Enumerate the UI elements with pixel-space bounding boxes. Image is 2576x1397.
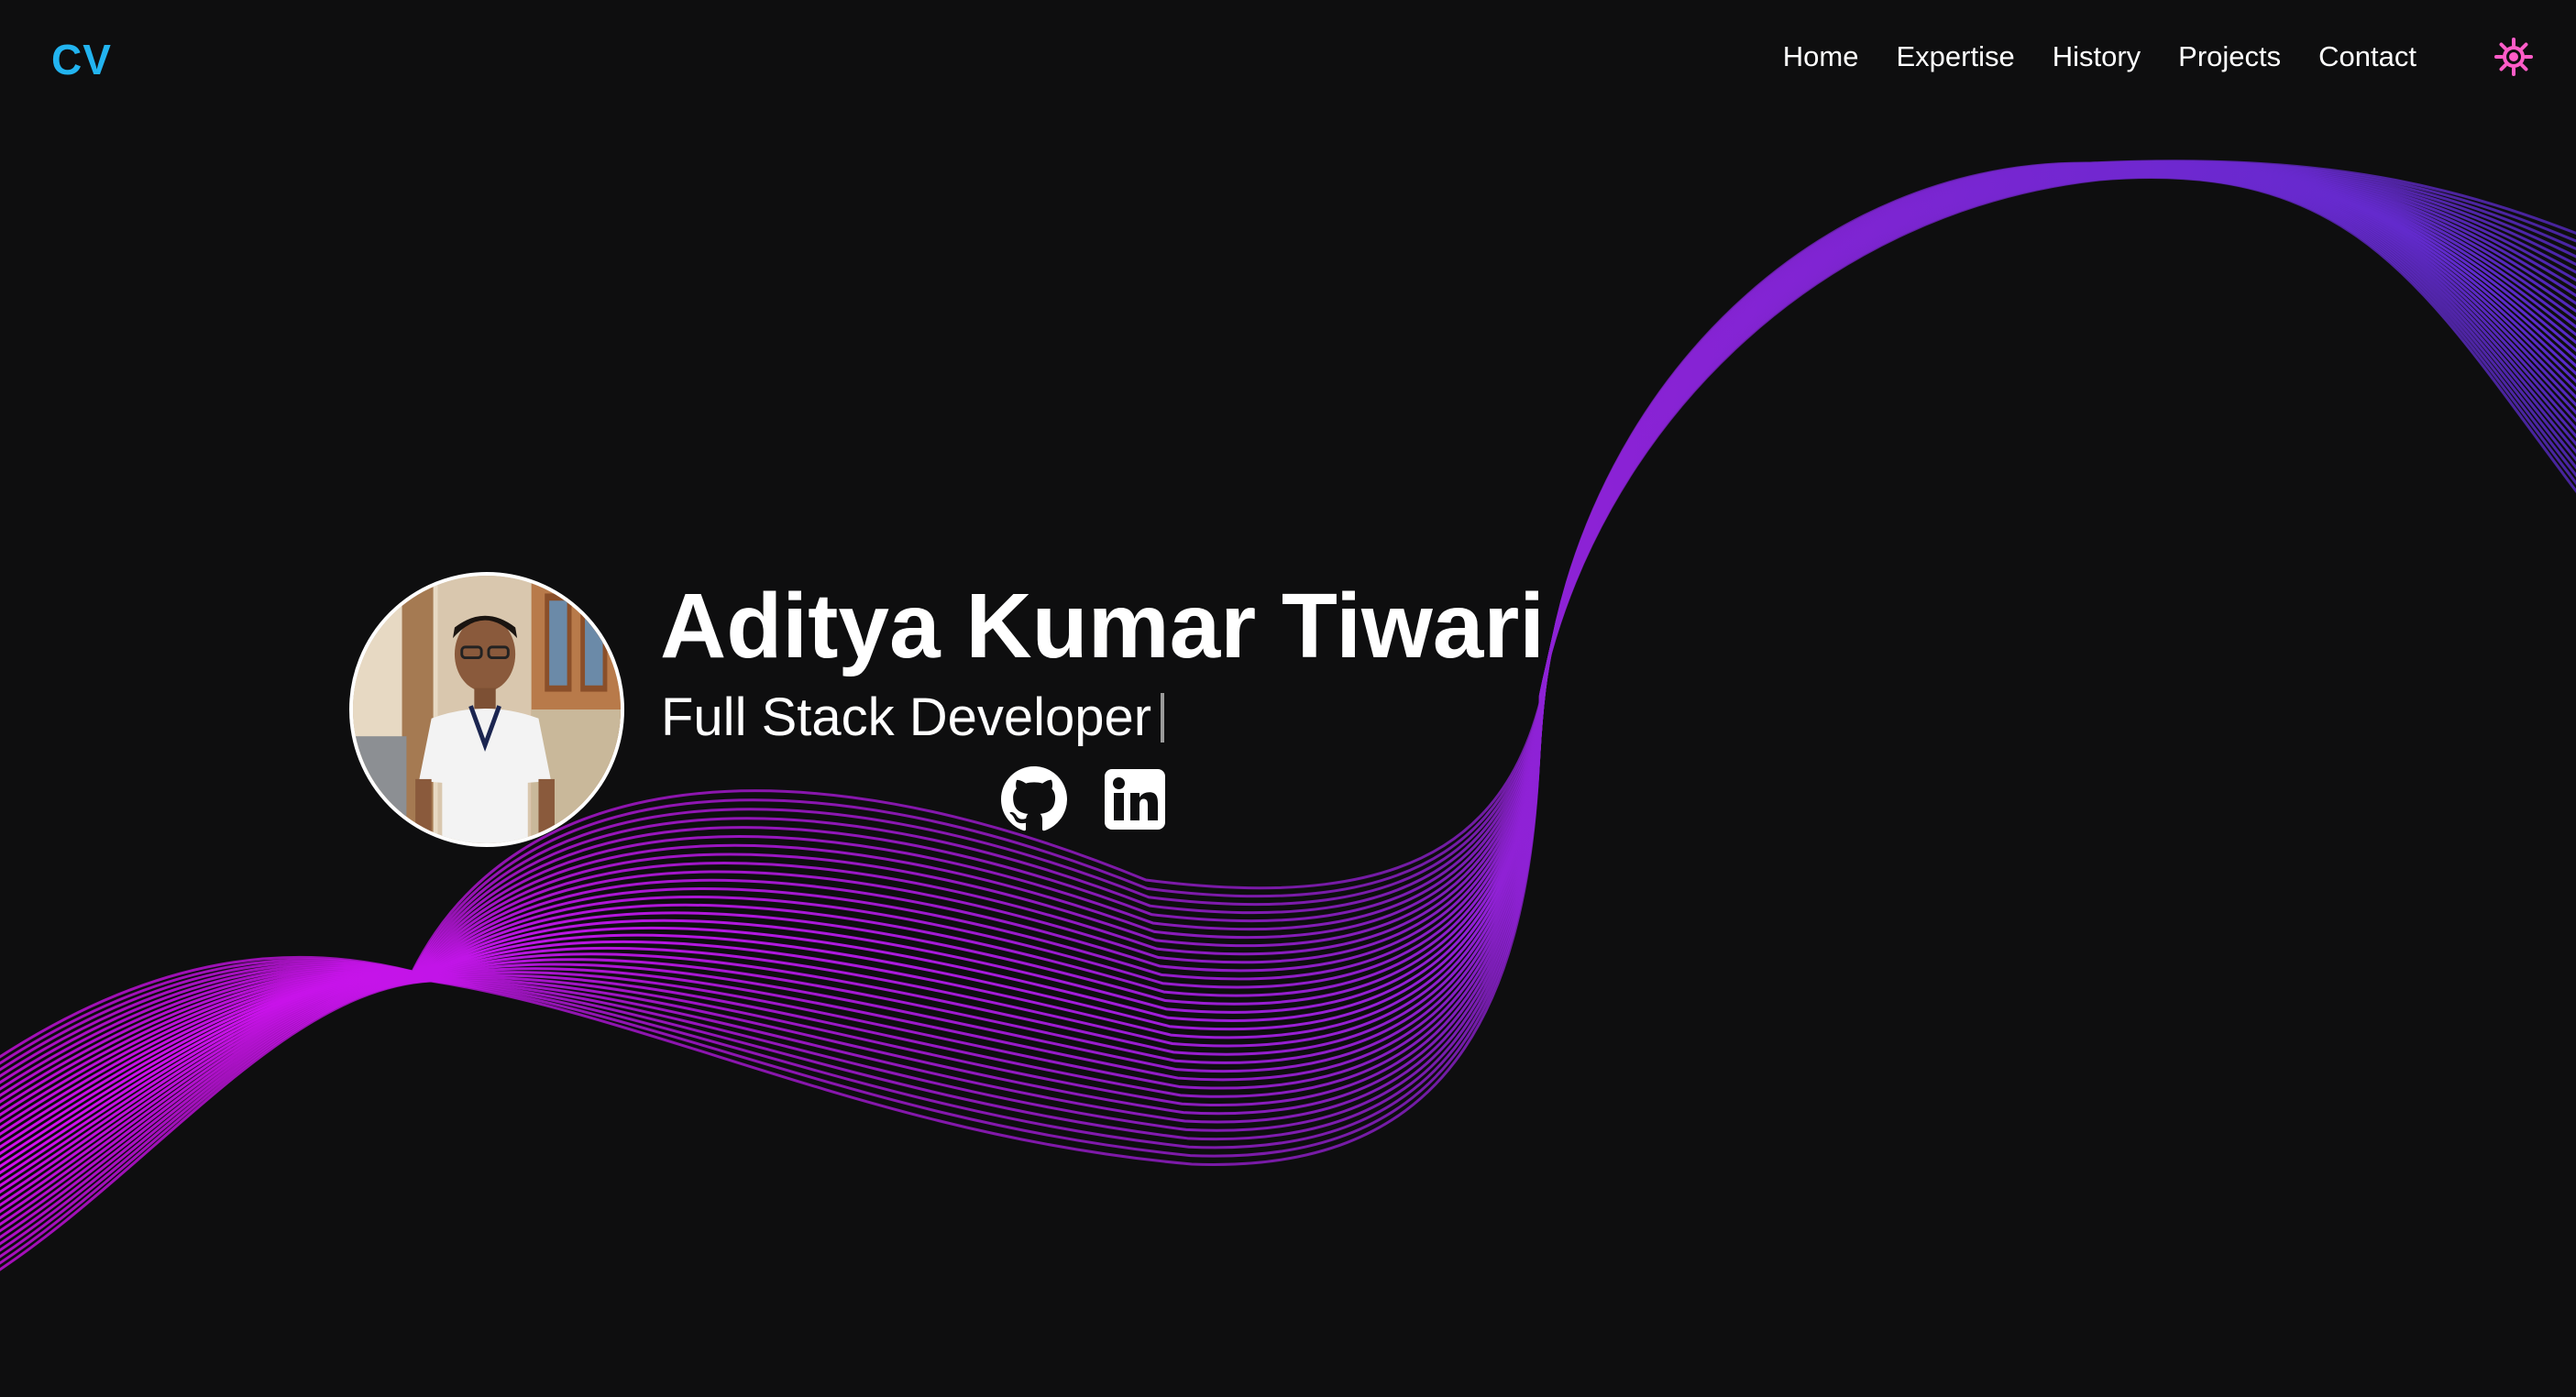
github-icon — [1001, 766, 1067, 831]
sun-icon — [2494, 38, 2533, 76]
nav-link-history[interactable]: History — [2053, 40, 2141, 73]
logo[interactable]: CV — [51, 35, 112, 84]
github-link[interactable] — [1001, 766, 1067, 832]
theme-toggle-button[interactable] — [2493, 37, 2534, 77]
hero-role-line: Full Stack Developer — [661, 686, 1165, 750]
nav-links: Home Expertise History Projects Contact — [1783, 40, 2416, 73]
nav-link-projects[interactable]: Projects — [2178, 40, 2281, 73]
page: CV Home Expertise History Projects Conta… — [0, 0, 2576, 1397]
hero-name: Aditya Kumar Tiwari — [660, 575, 1546, 677]
social-links — [1001, 766, 1168, 832]
nav-link-expertise[interactable]: Expertise — [1896, 40, 2014, 73]
hero-role-text: Full Stack Developer — [661, 688, 1152, 747]
navbar: CV Home Expertise History Projects Conta… — [0, 0, 2576, 119]
profile-photo — [353, 576, 621, 843]
linkedin-link[interactable] — [1102, 766, 1168, 832]
profile-avatar — [349, 572, 624, 847]
typing-caret — [1161, 693, 1165, 742]
nav-link-home[interactable]: Home — [1783, 40, 1859, 73]
linkedin-icon — [1105, 769, 1165, 830]
nav-link-contact[interactable]: Contact — [2318, 40, 2416, 73]
